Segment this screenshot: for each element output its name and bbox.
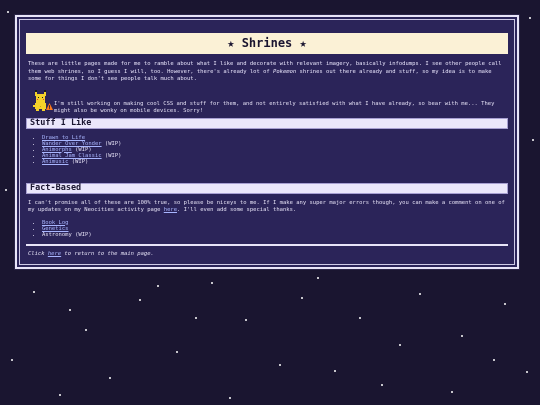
footer-note: Click here to return to the main page. (28, 251, 506, 257)
shrines-panel: ★ Shrines ★ These are little pages made … (14, 14, 520, 270)
page-title-text: Shrines (241, 36, 293, 50)
wip-tag: (WIP) (101, 152, 122, 159)
wip-note: I'm still working on making cool CSS and… (54, 100, 495, 115)
section-header-stuff-i-like: Stuff I Like (26, 117, 508, 129)
fact-based-disclaimer: I can't promise all of these are 100% tr… (28, 200, 506, 215)
intro-emphasis: Pokemon (273, 68, 297, 75)
page-title: ★ Shrines ★ (26, 33, 508, 54)
shrine-link-animusic[interactable]: Animusic (42, 159, 69, 165)
wip-note-row: I'm still working on making cool CSS and… (28, 89, 506, 114)
section-header-fact-based: Fact-Based (26, 182, 508, 194)
footer-text-end: to return to the main page. (61, 250, 154, 257)
wip-tag: (WIP) (101, 140, 122, 147)
footer-text: Click (28, 250, 48, 257)
shrines-panel-inner: ★ Shrines ★ These are little pages made … (19, 19, 515, 265)
star-icon: ★ (227, 36, 235, 50)
shrine-label-astronomy: Astronomy (42, 231, 72, 238)
intro-paragraph: These are little pages made for me to ra… (28, 61, 506, 84)
disclaimer-text-end: . I'll even add some special thanks. (177, 207, 297, 213)
wip-tag: (WIP) (71, 231, 92, 238)
star-icon: ★ (299, 36, 307, 50)
footer-divider (26, 243, 508, 246)
stuff-i-like-list: Drawn to Life Wander Over Yonder (WIP) A… (26, 135, 508, 165)
fact-based-list: Book Log Genetics Astronomy (WIP) (26, 220, 508, 238)
neocities-activity-link[interactable]: here (164, 207, 177, 213)
wip-tag: (WIP) (68, 158, 89, 165)
return-main-page-link[interactable]: here (48, 251, 61, 257)
list-item: Animusic (WIP) (42, 159, 508, 165)
list-item: Astronomy (WIP) (42, 232, 508, 238)
warning-sign-icon (46, 102, 53, 110)
